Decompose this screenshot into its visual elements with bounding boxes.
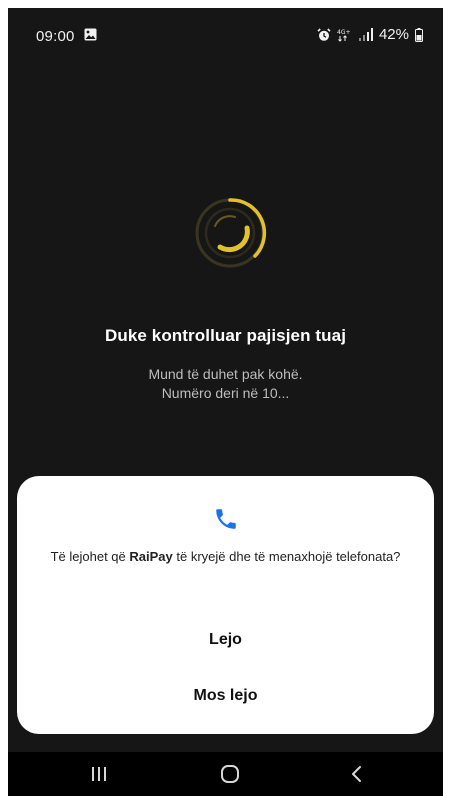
network-4g-icon: 4G+ (337, 28, 353, 42)
loading-subtitle-line-1: Mund të duhet pak kohë. (148, 366, 303, 382)
dialog-message: Të lejohet që RaiPay të kryejë dhe të me… (37, 548, 414, 565)
network-label: 4G+ (337, 29, 351, 36)
battery-icon (415, 27, 423, 42)
deny-button[interactable]: Mos lejo (37, 674, 414, 718)
phone-screen: 09:00 4G+ 42% Duke kontrolluar pajisjen … (8, 8, 443, 796)
loading-spinner (193, 196, 267, 270)
status-time: 09:00 (36, 28, 75, 45)
image-icon (84, 28, 97, 41)
allow-button[interactable]: Lejo (37, 618, 414, 662)
home-icon[interactable] (210, 760, 250, 788)
loading-subtitle: Mund të duhet pak kohë. Numëro deri në 1… (8, 365, 443, 403)
dialog-app-name: RaiPay (129, 549, 173, 564)
alarm-icon (317, 27, 331, 42)
status-bar: 09:00 4G+ 42% (8, 8, 443, 60)
back-icon[interactable] (337, 760, 377, 788)
phone-icon (213, 506, 239, 532)
status-icons: 4G+ 42% (317, 26, 423, 43)
page-title: Duke kontrolluar pajisjen tuaj (104, 326, 347, 345)
loading-subtitle-line-2: Numëro deri në 10... (161, 385, 290, 401)
recents-icon[interactable] (79, 760, 119, 788)
battery-percentage: 42% (378, 26, 409, 43)
navigation-bar (8, 752, 443, 796)
dialog-message-suffix: të kryejë dhe të menaxhojë telefonata? (172, 549, 401, 564)
permission-dialog: Të lejohet që RaiPay të kryejë dhe të me… (17, 476, 434, 734)
signal-icon (358, 28, 373, 41)
dialog-message-prefix: Të lejohet që (50, 549, 130, 564)
